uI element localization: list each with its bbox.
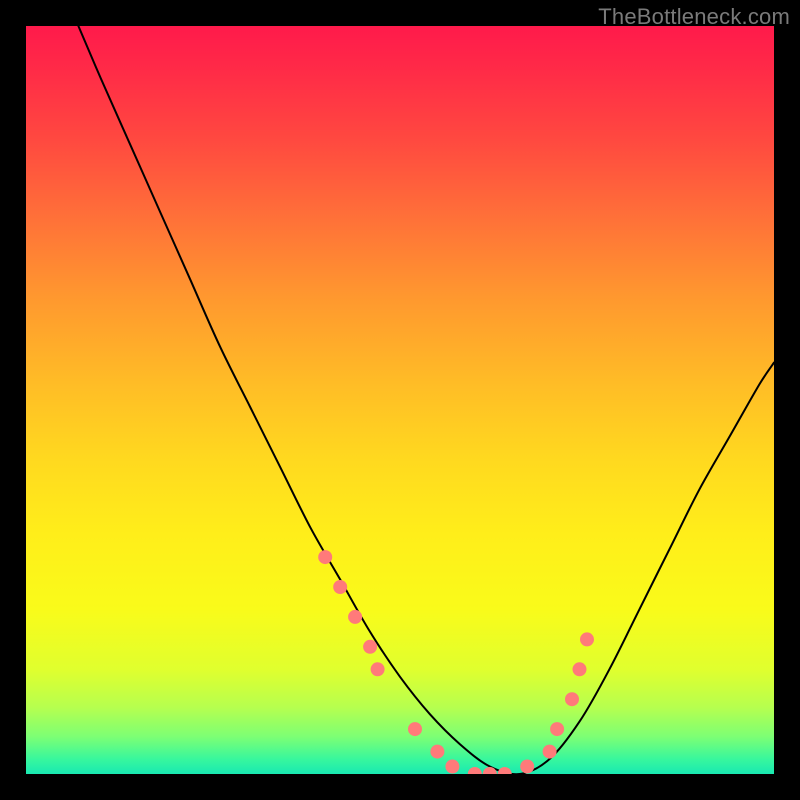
marker-dot: [363, 640, 377, 654]
marker-dot: [520, 760, 534, 774]
marker-dot: [468, 767, 482, 774]
marker-dot: [573, 662, 587, 676]
chart-frame: TheBottleneck.com: [0, 0, 800, 800]
marker-dot: [565, 692, 579, 706]
watermark-text: TheBottleneck.com: [598, 4, 790, 30]
marker-dot: [550, 722, 564, 736]
marker-dot: [430, 745, 444, 759]
bottleneck-curve: [78, 26, 774, 774]
marker-dot: [371, 662, 385, 676]
marker-dot: [580, 632, 594, 646]
plot-area: [26, 26, 774, 774]
marker-dot: [498, 767, 512, 774]
marker-dot: [543, 745, 557, 759]
marker-dot: [333, 580, 347, 594]
marker-dot: [318, 550, 332, 564]
marker-dot: [348, 610, 362, 624]
marker-dot: [408, 722, 422, 736]
marker-dot: [445, 760, 459, 774]
curve-layer: [26, 26, 774, 774]
